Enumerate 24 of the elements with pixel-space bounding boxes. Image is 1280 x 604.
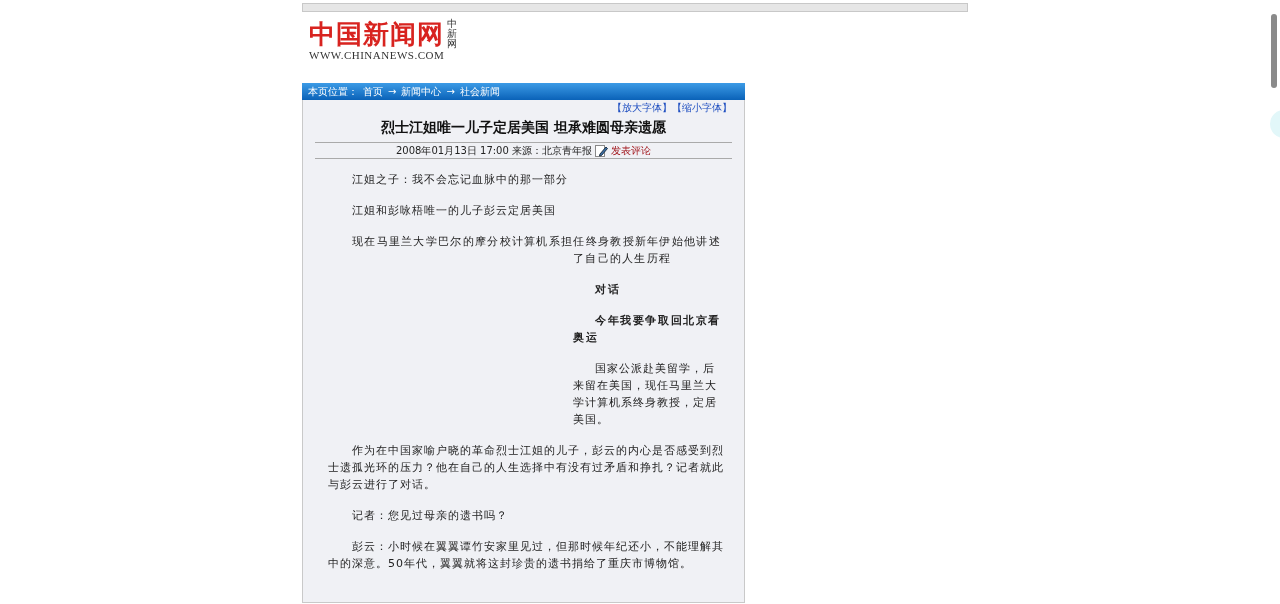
article-paragraph: 现在马里兰大学巴尔的摩分校计算机系担任终身教授新年伊始他讲述了自己的人生历程: [351, 234, 721, 267]
article-paragraph: 江姐之子：我不会忘记血脉中的那一部分: [351, 172, 569, 188]
article-paragraph: 作为在中国家喻户晓的革命烈士江姐的儿子，彭云的内心是否感受到烈士遗孤光环的压力？他在自己的人生选择中有没有过矛盾和挣扎？记者就此与彭云进行了对话。: [327, 443, 725, 493]
article-paragraph: 江姐和彭咏梧唯一的儿子彭云定居美国: [351, 203, 557, 219]
breadcrumb-link[interactable]: 新闻中心: [401, 84, 442, 99]
logo-url: WWW.CHINANEWS.COM: [309, 49, 446, 61]
breadcrumb-separator: →: [446, 86, 455, 97]
pencil-note-icon: [595, 144, 609, 157]
article-paragraph: 记者：您见过母亲的遗书吗？: [351, 508, 509, 524]
article-paragraph: 今年我要争取回北京看奥运: [573, 313, 721, 346]
font-size-link[interactable]: 【缩小字体】: [672, 101, 732, 115]
breadcrumb-separator: →: [388, 86, 397, 97]
logo-subtitle: 中新网: [447, 19, 457, 49]
breadcrumb-link[interactable]: 社会新闻: [459, 84, 500, 99]
breadcrumb-link[interactable]: 首页: [363, 84, 383, 99]
comment-link[interactable]: 发表评论: [611, 143, 652, 158]
logo-title[interactable]: 中国新闻网: [309, 19, 444, 49]
font-size-link[interactable]: 【放大字体】: [612, 101, 672, 115]
article-dateline: 2008年01月13日 17:00 来源：北京青年报: [395, 143, 593, 158]
article-paragraph: 彭云：小时候在翼翼谭竹安家里见过，但那时候年纪还小，不能理解其中的深意。50年代，翼翼就将这封珍贵的遗书捐给了重庆市博物馆。: [327, 539, 725, 572]
breadcrumb-label: 本页位置：: [308, 84, 358, 99]
article-paragraph: 对话: [594, 282, 622, 298]
article-paragraph: 国家公派赴美留学，后来留在美国，现任马里兰大学计算机系终身教授，定居美国。: [573, 361, 718, 428]
article-title: 烈士江姐唯一儿子定居美国 坦承难圆母亲遗愿: [315, 119, 732, 143]
